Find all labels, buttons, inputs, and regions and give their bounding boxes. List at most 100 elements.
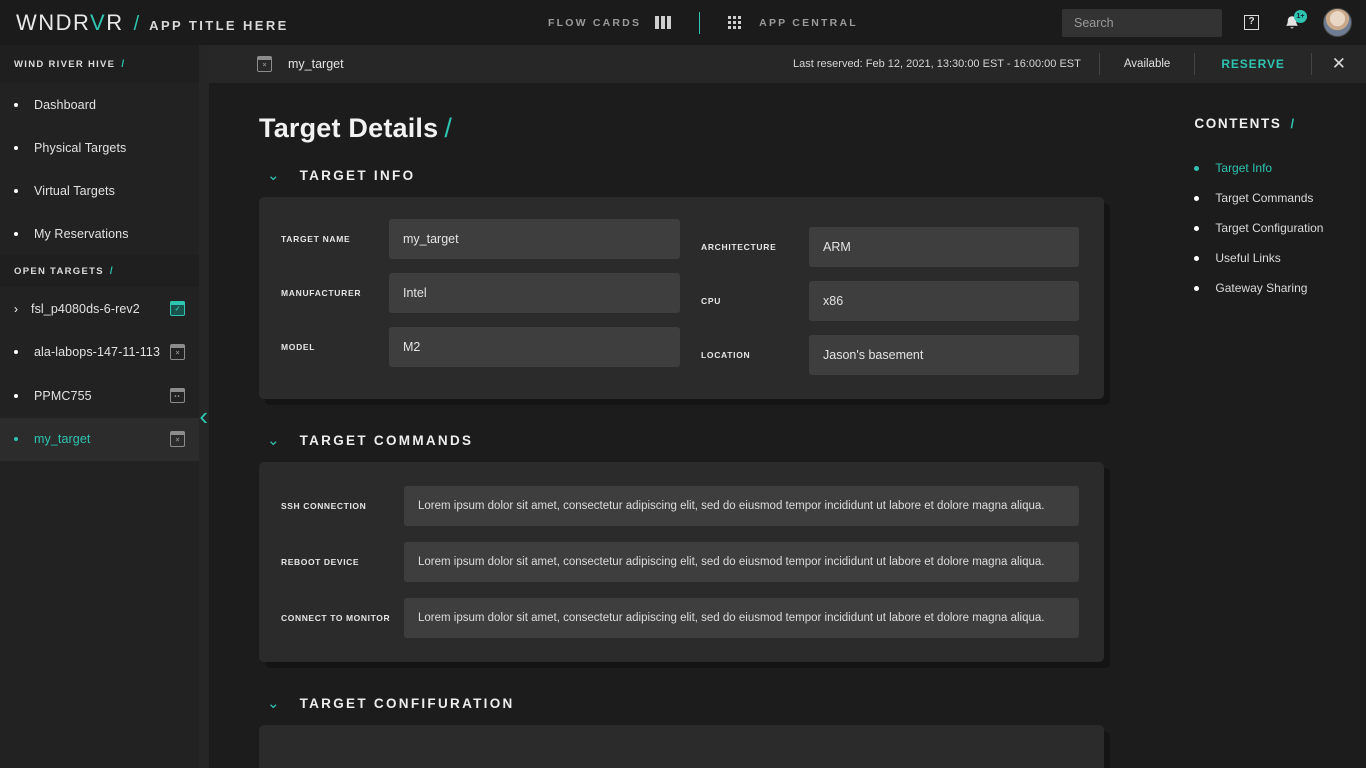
field-value[interactable]: Jason's basement: [809, 335, 1079, 375]
subbar-target-name: my_target: [288, 57, 344, 71]
toc-label: Target Info: [1215, 161, 1273, 175]
calendar-icon[interactable]: ••: [169, 387, 186, 404]
command-label: SSH CONNECTION: [281, 501, 367, 511]
sidebar-item-my-reservations[interactable]: My Reservations: [0, 212, 199, 255]
sidebar-target-fsl-p4080ds-6-rev2[interactable]: › fsl_p4080ds-6-rev2 ✓: [0, 287, 199, 331]
field-value[interactable]: M2: [389, 327, 680, 367]
contents-title: CONTENTS: [1194, 116, 1282, 131]
sidebar-header: WIND RIVER HIVE /: [0, 45, 199, 83]
page-title-slash: /: [444, 113, 453, 143]
app-title: APP TITLE HERE: [149, 17, 289, 33]
target-subbar: × my_target Last reserved: Feb 12, 2021,…: [209, 45, 1366, 83]
flow-cards-link[interactable]: FLOW CARDS: [548, 17, 641, 29]
bullet-icon: [14, 231, 18, 236]
field-cpu: CPU x86: [701, 281, 1079, 321]
field-model: MODEL M2: [281, 327, 680, 367]
toc-item-useful-links[interactable]: Useful Links: [1194, 243, 1366, 273]
command-value[interactable]: Lorem ipsum dolor sit amet, consectetur …: [404, 486, 1079, 526]
sidebar-target-ala-labops-147-11-113[interactable]: ala-labops-147-11-113 ×: [0, 331, 199, 375]
sidebar-target-ppmc755[interactable]: PPMC755 ••: [0, 374, 199, 418]
notification-badge: 1+: [1294, 9, 1307, 23]
help-icon[interactable]: ?: [1244, 15, 1259, 30]
content-scroll[interactable]: Target Details / ⌄ TARGET INFO TARGET NAM…: [209, 83, 1366, 768]
subbar-actions: Last reserved: Feb 12, 2021, 13:30:00 ES…: [775, 45, 1366, 83]
sidebar-target-label: my_target: [34, 432, 91, 447]
contents-header: CONTENTS /: [1194, 116, 1366, 131]
search-box[interactable]: [1062, 8, 1235, 37]
toc-label: Useful Links: [1215, 251, 1281, 265]
toc-item-target-info[interactable]: Target Info: [1194, 153, 1366, 183]
command-ssh-connection: SSH CONNECTION Lorem ipsum dolor sit ame…: [281, 486, 1079, 526]
field-architecture: ARCHITECTURE ARM: [701, 227, 1079, 267]
last-reserved-text: Last reserved: Feb 12, 2021, 13:30:00 ES…: [793, 58, 1081, 70]
flow-cards-icon[interactable]: [655, 16, 672, 29]
bullet-icon: [1194, 285, 1200, 291]
sidebar-header-slash: /: [121, 58, 125, 70]
bullet-icon: [14, 145, 18, 150]
notifications-button[interactable]: 1+: [1283, 9, 1307, 33]
section-header-target-configuration[interactable]: ⌄ TARGET CONFIFURATION: [259, 696, 1194, 711]
sidebar-group-open-targets: OPEN TARGETS /: [0, 255, 199, 287]
toc-item-gateway-sharing[interactable]: Gateway Sharing: [1194, 273, 1366, 303]
sidebar-item-physical-targets[interactable]: Physical Targets: [0, 126, 199, 169]
command-label: CONNECT TO MONITOR: [281, 613, 391, 623]
target-configuration-card: [259, 725, 1104, 768]
section-header-target-commands[interactable]: ⌄ TARGET COMMANDS: [259, 433, 1194, 448]
chevron-down-icon[interactable]: ⌄: [267, 696, 280, 711]
target-commands-card: SSH CONNECTION Lorem ipsum dolor sit ame…: [259, 462, 1104, 662]
app-body: WIND RIVER HIVE / Dashboard Physical Tar…: [0, 45, 1366, 768]
app-central-grid-icon[interactable]: [728, 16, 742, 29]
sidebar-target-my-target[interactable]: my_target ×: [0, 417, 199, 461]
field-manufacturer: MANUFACTURER Intel: [281, 273, 680, 313]
sidebar-item-dashboard[interactable]: Dashboard: [0, 83, 199, 126]
field-label: CPU: [701, 296, 722, 306]
chevron-down-icon[interactable]: ⌄: [267, 433, 280, 448]
bullet-icon: [14, 102, 18, 107]
app-central-link[interactable]: APP CENTRAL: [759, 17, 858, 29]
command-reboot-device: REBOOT DEVICE Lorem ipsum dolor sit amet…: [281, 542, 1079, 582]
target-info-left-column: TARGET NAME my_target MANUFACTURER Intel…: [281, 219, 680, 375]
field-label: ARCHITECTURE: [701, 242, 777, 252]
field-target-name: TARGET NAME my_target: [281, 219, 680, 259]
close-icon[interactable]: ✕: [1312, 54, 1366, 74]
toc-label: Gateway Sharing: [1215, 281, 1308, 295]
field-value[interactable]: x86: [809, 281, 1079, 321]
top-bar-actions: ? 1+: [1062, 8, 1366, 37]
command-connect-to-monitor: CONNECT TO MONITOR Lorem ipsum dolor sit…: [281, 598, 1079, 638]
reserve-button[interactable]: RESERVE: [1195, 57, 1310, 71]
sidebar-collapse-icon[interactable]: ‹: [199, 403, 208, 429]
toc-item-target-commands[interactable]: Target Commands: [1194, 183, 1366, 213]
field-value[interactable]: Intel: [389, 273, 680, 313]
sidebar-group-slash: /: [109, 265, 113, 277]
avatar[interactable]: [1323, 8, 1352, 37]
field-value[interactable]: ARM: [809, 227, 1079, 267]
bullet-icon: [14, 437, 18, 442]
chevron-down-icon[interactable]: ⌄: [267, 168, 280, 183]
search-input[interactable]: [1074, 15, 1235, 30]
sidebar-item-virtual-targets[interactable]: Virtual Targets: [0, 169, 199, 212]
sidebar-item-label: Dashboard: [34, 97, 97, 112]
command-value[interactable]: Lorem ipsum dolor sit amet, consectetur …: [404, 542, 1079, 582]
command-value[interactable]: Lorem ipsum dolor sit amet, consectetur …: [404, 598, 1079, 638]
target-info-card: TARGET NAME my_target MANUFACTURER Intel…: [259, 197, 1104, 399]
field-value[interactable]: my_target: [389, 219, 680, 259]
sidebar-target-label: fsl_p4080ds-6-rev2: [31, 301, 140, 316]
calendar-x-icon[interactable]: ×: [169, 344, 186, 360]
sidebar-item-label: Physical Targets: [34, 140, 127, 155]
contents-slash: /: [1290, 116, 1295, 131]
brand[interactable]: WNDRVR / APP TITLE HERE: [0, 10, 289, 36]
bullet-icon: [1194, 165, 1200, 171]
field-label: LOCATION: [701, 350, 751, 360]
section-header-target-info[interactable]: ⌄ TARGET INFO: [259, 168, 1194, 183]
app-root: WNDRVR / APP TITLE HERE FLOW CARDS APP C…: [0, 0, 1366, 768]
sidebar: WIND RIVER HIVE / Dashboard Physical Tar…: [0, 45, 208, 768]
toc-item-target-configuration[interactable]: Target Configuration: [1194, 213, 1366, 243]
bullet-icon: [1194, 255, 1200, 261]
sidebar-item-label: Virtual Targets: [34, 183, 115, 198]
chevron-right-icon[interactable]: ›: [14, 303, 18, 315]
sidebar-target-label: ala-labops-147-11-113: [34, 345, 161, 360]
page-title-text: Target Details: [259, 113, 439, 143]
calendar-x-icon[interactable]: ×: [169, 431, 186, 447]
calendar-check-icon[interactable]: ✓: [169, 300, 186, 317]
section-title: TARGET COMMANDS: [299, 433, 474, 448]
